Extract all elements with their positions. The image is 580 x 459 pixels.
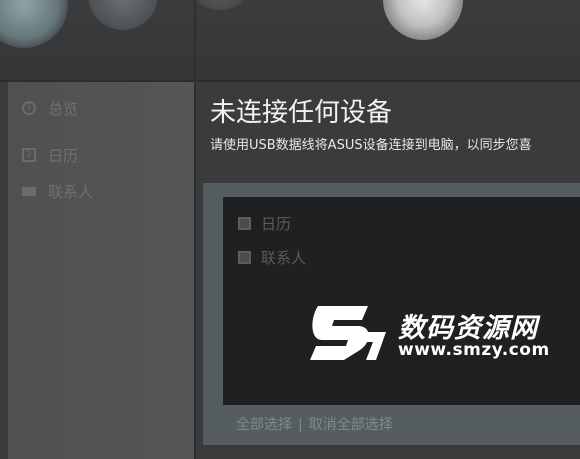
- sync-option-calendar[interactable]: 日历: [238, 213, 291, 234]
- bokeh-decoration: [88, 0, 158, 30]
- sidebar-item-calendar[interactable]: 2 日历: [22, 143, 78, 167]
- option-label: 联系人: [261, 249, 307, 267]
- calendar-checkbox[interactable]: [238, 217, 251, 230]
- page-title: 未连接任何设备: [210, 98, 393, 128]
- contacts-checkbox[interactable]: [238, 251, 251, 264]
- deselect-all-link[interactable]: 取消全部选择: [309, 417, 393, 433]
- watermark-url: www.smzy.com: [398, 340, 550, 360]
- sidebar-item-overview[interactable]: i 总览: [22, 96, 78, 120]
- link-separator: |: [298, 417, 303, 433]
- contacts-icon: [22, 186, 36, 196]
- sidebar-item-label: 联系人: [48, 182, 94, 201]
- sidebar-item-contacts[interactable]: 联系人: [22, 179, 93, 203]
- select-all-link[interactable]: 全部选择: [236, 417, 292, 433]
- sidebar: [8, 82, 194, 459]
- sync-option-contacts[interactable]: 联系人: [238, 247, 306, 268]
- watermark-logo: [310, 306, 386, 360]
- bokeh-decoration: [190, 0, 250, 10]
- sidebar-item-label: 总览: [48, 99, 79, 118]
- option-label: 日历: [261, 215, 292, 233]
- bokeh-decoration: [383, 0, 463, 40]
- selection-links: 全部选择 | 取消全部选择: [236, 414, 393, 434]
- info-icon: i: [22, 101, 36, 115]
- calendar-icon: 2: [22, 148, 36, 162]
- page-subtitle: 请使用USB数据线将ASUS设备连接到电脑，以同步您喜: [210, 138, 532, 153]
- bokeh-decoration: [0, 0, 68, 48]
- sidebar-item-label: 日历: [48, 146, 79, 165]
- top-bar: [0, 0, 580, 80]
